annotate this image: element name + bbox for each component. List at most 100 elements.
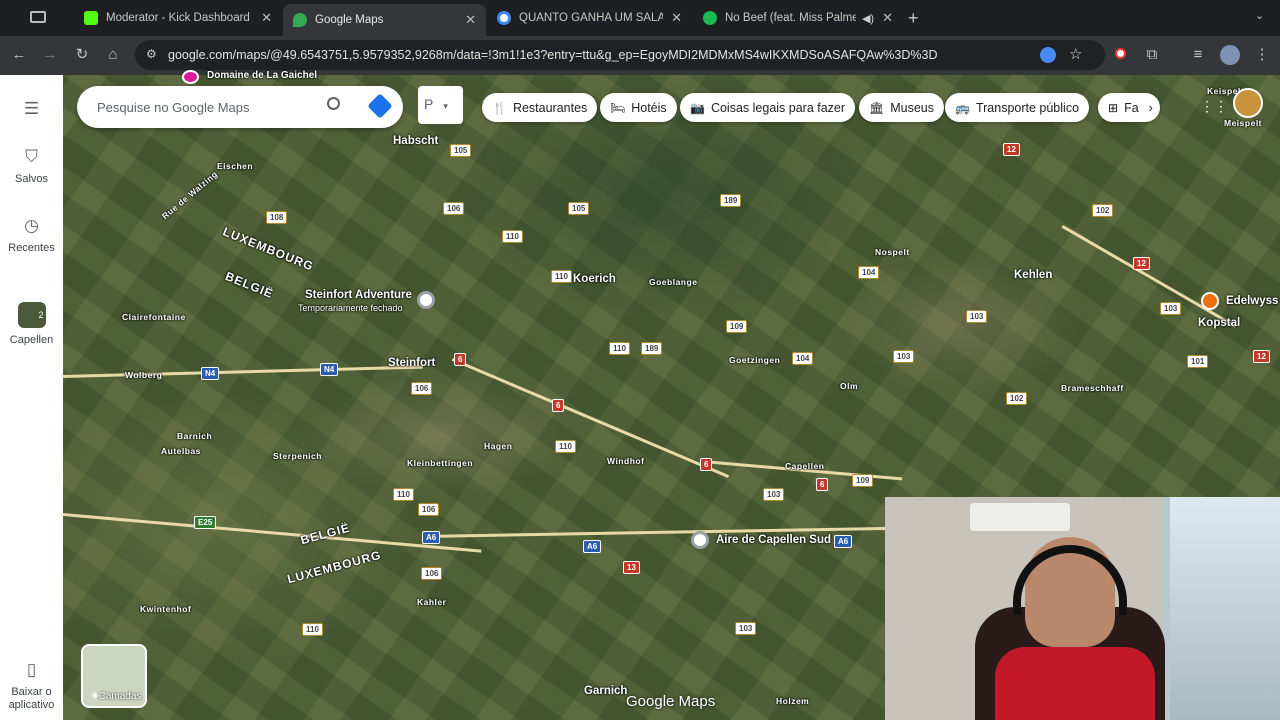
account-avatar[interactable] <box>1233 88 1263 118</box>
place-label[interactable]: Windhof <box>607 456 644 466</box>
chip-restaurants[interactable]: 🍴 Restaurantes <box>482 93 598 122</box>
road-shield: A6 <box>834 535 853 548</box>
sidebar-item-download-app[interactable]: ▯ Baixar o aplicativo <box>0 660 63 712</box>
chip-things-to-do[interactable]: 📷 Coisas legais para fazer <box>680 93 856 122</box>
road-shield: 110 <box>555 440 576 453</box>
forward-icon[interactable]: → <box>40 45 60 65</box>
directions-icon[interactable] <box>367 93 393 119</box>
place-label[interactable]: Clairefontaine <box>122 312 186 322</box>
place-label[interactable]: Habscht <box>393 135 438 147</box>
place-label[interactable]: Hagen <box>484 441 512 451</box>
history-icon: ◷ <box>24 216 39 235</box>
place-label[interactable]: Capellen <box>785 461 824 471</box>
place-label[interactable]: Kleinbettingen <box>407 458 473 468</box>
road-a6 <box>63 513 482 553</box>
place-thumbnail: 2 <box>17 302 46 328</box>
new-tab-button[interactable]: + <box>908 8 919 29</box>
omnibox[interactable]: ⚙ google.com/maps/@49.6543751,5.9579352,… <box>135 40 1105 70</box>
maps-favicon-icon <box>293 13 307 27</box>
poi-pin-icon[interactable] <box>417 291 435 309</box>
profile-avatar[interactable] <box>1220 45 1240 65</box>
place-label[interactable]: Koerich <box>573 273 616 285</box>
close-icon[interactable]: ✕ <box>261 10 272 26</box>
road-shield: 110 <box>393 488 414 501</box>
road-shield: N4 <box>201 367 220 380</box>
place-label[interactable]: Garnich <box>584 685 627 697</box>
extension-icon[interactable] <box>1040 47 1056 63</box>
google-maps-logo: Google Maps <box>626 693 716 710</box>
place-label[interactable]: Barnich <box>177 431 212 441</box>
poi-label[interactable]: Aire de Capellen Sud <box>716 534 831 546</box>
site-info-icon[interactable]: ⚙ <box>146 47 157 61</box>
route-toggle-button[interactable]: P ▾ <box>418 86 463 124</box>
close-icon[interactable]: ✕ <box>882 10 893 26</box>
chevron-right-icon[interactable]: › <box>1149 101 1153 115</box>
reload-icon[interactable]: ↻ <box>72 45 92 65</box>
reading-list-icon[interactable]: ≡ <box>1188 45 1208 65</box>
place-label[interactable]: Sterpenich <box>273 451 322 461</box>
place-pin-icon[interactable] <box>182 70 199 84</box>
speaker-icon[interactable]: ◀) <box>862 12 874 25</box>
home-icon[interactable]: ⌂ <box>103 45 123 65</box>
search-box[interactable]: Pesquise no Google Maps <box>77 86 403 128</box>
place-label[interactable]: Autelbas <box>161 446 201 456</box>
place-label[interactable]: Domaine de La Gaichel <box>207 70 317 81</box>
museum-icon: 🏛 <box>869 100 885 115</box>
bookmark-star-icon[interactable]: ☆ <box>1069 45 1082 63</box>
place-label[interactable]: Meispelt <box>1224 118 1262 128</box>
sidebar-item-recents[interactable]: ◷ Recentes <box>0 216 63 254</box>
place-label[interactable]: Kopstal <box>1198 317 1240 329</box>
place-label[interactable]: Holzem <box>776 696 809 706</box>
poi-pin-icon[interactable] <box>691 531 709 549</box>
extensions-icon[interactable]: ⧉ <box>1142 45 1162 65</box>
tab-kick[interactable]: Moderator - Kick Dashboard ✕ <box>74 4 282 32</box>
tab-google-maps[interactable]: Google Maps ✕ <box>283 4 486 36</box>
place-label[interactable]: Wolberg <box>125 370 162 380</box>
google-apps-icon[interactable]: ⋮⋮ <box>1200 98 1228 114</box>
menu-dots-icon[interactable]: ⋮ <box>1252 45 1272 65</box>
place-label[interactable]: Goeblange <box>649 277 697 287</box>
search-input[interactable]: Pesquise no Google Maps <box>97 100 249 115</box>
place-label[interactable]: Eischen <box>217 161 253 171</box>
maps-sidebar: ☰ ⛉ Salvos ◷ Recentes 2 Capellen ▯ Baixa… <box>0 75 63 720</box>
place-label[interactable]: Nospelt <box>875 247 910 257</box>
place-label[interactable]: Brameschhaff <box>1061 383 1124 393</box>
hotel-icon: 🛏 <box>610 100 626 115</box>
chip-more[interactable]: ⊞ Fa › <box>1098 93 1160 122</box>
sidebar-item-saved[interactable]: ⛉ Salvos <box>0 147 63 185</box>
search-icon[interactable] <box>327 97 340 110</box>
layers-button[interactable]: ◈ Camadas <box>81 644 147 708</box>
tab-quanto-ganha[interactable]: QUANTO GANHA UM SALARI ✕ <box>487 4 692 32</box>
chevron-down-icon: ▾ <box>443 101 448 111</box>
road-shield: 12 <box>1253 350 1270 363</box>
road-shield: 110 <box>502 230 523 243</box>
place-label[interactable]: Kahler <box>417 597 446 607</box>
pharmacy-icon: ⊞ <box>1108 100 1119 115</box>
tab-list-chevron-icon[interactable]: ⌄ <box>1255 9 1264 22</box>
close-icon[interactable]: ✕ <box>671 10 682 26</box>
sidebar-item-capellen[interactable]: 2 Capellen <box>0 302 63 346</box>
tab-search-icon[interactable] <box>30 11 46 23</box>
place-label[interactable]: Olm <box>840 381 858 391</box>
road-shield: 6 <box>816 478 829 491</box>
place-label[interactable]: Steinfort <box>388 357 435 369</box>
restaurant-pin-icon[interactable] <box>1201 292 1219 310</box>
close-icon[interactable]: ✕ <box>465 12 476 28</box>
road-shield: 105 <box>450 144 472 157</box>
url-text[interactable]: google.com/maps/@49.6543751,5.9579352,92… <box>168 48 937 62</box>
place-label[interactable]: Goetzingen <box>729 355 780 365</box>
place-label[interactable]: Kehlen <box>1014 269 1052 281</box>
menu-button[interactable]: ☰ <box>0 99 63 125</box>
road-shield: 108 <box>266 211 288 224</box>
road-n4 <box>63 365 423 378</box>
chip-hotels[interactable]: 🛏 Hotéis <box>600 93 677 122</box>
chip-museums[interactable]: 🏛 Museus <box>859 93 945 122</box>
back-icon[interactable]: ← <box>9 45 29 65</box>
place-label[interactable]: Kwintenhof <box>140 604 191 614</box>
road-shield: 106 <box>418 503 440 516</box>
chip-transit[interactable]: 🚌 Transporte público <box>945 93 1090 122</box>
record-icon[interactable] <box>1110 45 1130 65</box>
tab-no-beef[interactable]: No Beef (feat. Miss Palme ◀) ✕ <box>693 4 903 32</box>
poi-label[interactable]: Steinfort Adventure <box>305 289 412 301</box>
place-label[interactable]: Edelwyss <box>1226 295 1278 307</box>
